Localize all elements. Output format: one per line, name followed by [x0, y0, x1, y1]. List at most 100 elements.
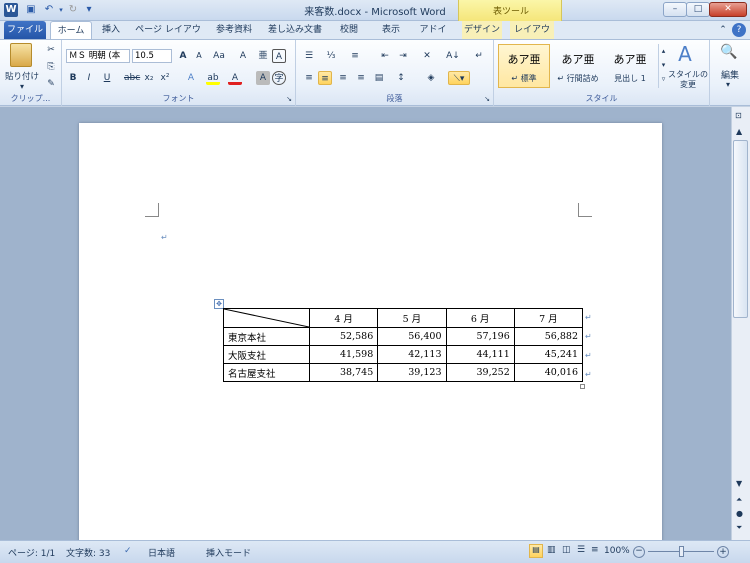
- paste-button-label[interactable]: 貼り付け: [5, 70, 39, 82]
- tab-review[interactable]: 校閲: [334, 21, 364, 39]
- distributed-icon[interactable]: ▤: [372, 71, 386, 85]
- row-label-cell[interactable]: 大阪支社: [223, 345, 310, 364]
- paragraph-dialog-launcher-icon[interactable]: ↘: [484, 95, 490, 103]
- close-button[interactable]: ✕: [709, 2, 747, 17]
- visitor-table[interactable]: 4 月 5 月 6 月 7 月 東京本社 52,586 56,400 57,19…: [223, 308, 584, 382]
- style-normal[interactable]: あア亜 ↵ 標準: [498, 44, 550, 88]
- row-label-cell[interactable]: 名古屋支社: [223, 363, 310, 382]
- editing-dropdown-icon[interactable]: ▾: [726, 80, 730, 89]
- sort-icon[interactable]: A↓: [446, 49, 460, 63]
- language-status[interactable]: 日本語: [148, 546, 175, 559]
- browse-object-icon[interactable]: ●: [736, 509, 743, 518]
- clear-formatting-icon[interactable]: A: [236, 49, 250, 63]
- font-dialog-launcher-icon[interactable]: ↘: [286, 95, 292, 103]
- value-cell[interactable]: 57,196: [445, 327, 515, 346]
- bullets-icon[interactable]: ☰: [302, 49, 316, 63]
- character-border-icon[interactable]: A: [272, 49, 286, 63]
- tab-home[interactable]: ホーム: [50, 21, 92, 39]
- tab-references[interactable]: 参考資料: [210, 21, 258, 39]
- change-case-icon[interactable]: Aa: [212, 49, 226, 63]
- grow-font-icon[interactable]: A: [176, 49, 190, 63]
- redo-icon[interactable]: ↻: [66, 3, 80, 17]
- tab-view[interactable]: 表示: [376, 21, 406, 39]
- style-heading-1[interactable]: あア亜 見出し 1: [604, 44, 656, 88]
- insert-mode-status[interactable]: 挿入モード: [206, 546, 251, 559]
- enclose-characters-icon[interactable]: 字: [272, 71, 286, 85]
- show-formatting-marks-icon[interactable]: ↵: [472, 49, 486, 63]
- decrease-indent-icon[interactable]: ⇤: [378, 49, 392, 63]
- value-cell[interactable]: 52,586: [308, 327, 379, 346]
- full-screen-reading-view-icon[interactable]: ▥: [547, 545, 556, 555]
- diagonal-corner-cell[interactable]: [223, 308, 310, 328]
- numbering-icon[interactable]: ⅓: [324, 49, 338, 63]
- value-cell[interactable]: 38,745: [308, 363, 379, 382]
- page-count-status[interactable]: ページ: 1/1: [8, 546, 55, 559]
- next-page-icon[interactable]: ⏷: [736, 523, 742, 533]
- copy-icon[interactable]: ⎘: [44, 60, 58, 74]
- multilevel-list-icon[interactable]: ≡: [348, 49, 362, 63]
- cut-icon[interactable]: ✂: [44, 43, 58, 57]
- header-cell[interactable]: 7 月: [513, 308, 584, 328]
- header-cell[interactable]: 6 月: [445, 308, 515, 328]
- tab-table-layout[interactable]: レイアウト: [510, 21, 554, 53]
- outline-view-icon[interactable]: ☰: [577, 545, 585, 555]
- value-cell[interactable]: 45,241: [513, 345, 584, 364]
- zoom-slider-thumb[interactable]: [679, 546, 684, 557]
- word-app-icon[interactable]: W: [4, 3, 18, 17]
- value-cell[interactable]: 39,123: [377, 363, 447, 382]
- increase-indent-icon[interactable]: ⇥: [396, 49, 410, 63]
- tab-table-design[interactable]: デザイン: [462, 21, 502, 39]
- borders-icon[interactable]: ⟍▾: [448, 71, 470, 85]
- phonetic-guide-icon[interactable]: 亜: [256, 49, 270, 63]
- zoom-level[interactable]: 100%: [604, 546, 630, 556]
- align-center-icon[interactable]: ≡: [318, 71, 332, 85]
- tab-page-layout[interactable]: ページ レイアウト: [132, 21, 204, 53]
- text-direction-icon[interactable]: ✕: [420, 49, 434, 63]
- value-cell[interactable]: 42,113: [377, 345, 447, 364]
- help-icon[interactable]: ?: [732, 23, 746, 37]
- style-no-spacing[interactable]: あア亜 ↵ 行間詰め: [552, 44, 604, 88]
- scroll-up-icon[interactable]: ▲: [736, 127, 742, 136]
- paste-dropdown-icon[interactable]: ▾: [20, 82, 24, 91]
- row-label-cell[interactable]: 東京本社: [223, 327, 310, 346]
- customize-toolbar-icon[interactable]: ▾: [82, 3, 96, 17]
- value-cell[interactable]: 44,111: [445, 345, 515, 364]
- underline-icon[interactable]: U: [100, 71, 114, 85]
- header-cell[interactable]: 4 月: [308, 308, 379, 328]
- draft-view-icon[interactable]: ≡: [591, 545, 599, 555]
- paste-icon[interactable]: [10, 43, 32, 67]
- tab-addins[interactable]: アドイン: [416, 21, 450, 53]
- vertical-scroll-thumb[interactable]: [733, 140, 748, 318]
- subscript-icon[interactable]: x₂: [142, 71, 156, 85]
- format-painter-icon[interactable]: ✎: [44, 77, 58, 91]
- table-resize-handle-icon[interactable]: [580, 384, 585, 389]
- tab-insert[interactable]: 挿入: [96, 21, 126, 39]
- shading-icon[interactable]: ◈: [424, 71, 438, 85]
- value-cell[interactable]: 56,400: [377, 327, 447, 346]
- italic-icon[interactable]: I: [82, 71, 96, 85]
- shrink-font-icon[interactable]: A: [192, 49, 206, 63]
- align-right-icon[interactable]: ≡: [336, 71, 350, 85]
- value-cell[interactable]: 41,598: [308, 345, 379, 364]
- scroll-down-icon[interactable]: ▼: [736, 479, 742, 488]
- zoom-out-icon[interactable]: −: [633, 546, 645, 558]
- web-layout-view-icon[interactable]: ◫: [562, 545, 571, 555]
- font-name-dropdown[interactable]: ＭＳ 明朝 (本: [66, 49, 130, 63]
- highlight-icon[interactable]: ab: [206, 71, 220, 85]
- find-icon[interactable]: 🔍: [718, 44, 740, 64]
- word-count-status[interactable]: 文字数: 33: [66, 546, 110, 559]
- character-shading-icon[interactable]: A: [256, 71, 270, 85]
- bold-icon[interactable]: B: [66, 71, 80, 85]
- align-left-icon[interactable]: ≡: [302, 71, 316, 85]
- change-styles-icon[interactable]: A: [674, 42, 696, 66]
- maximize-button[interactable]: □: [686, 2, 710, 17]
- ribbon-minimize-icon[interactable]: ⌃: [716, 23, 730, 37]
- superscript-icon[interactable]: x²: [158, 71, 172, 85]
- header-cell[interactable]: 5 月: [377, 308, 447, 328]
- change-styles-label[interactable]: スタイルの変更: [668, 70, 708, 90]
- strikethrough-icon[interactable]: abc: [124, 71, 140, 85]
- line-spacing-icon[interactable]: ↕: [394, 71, 408, 85]
- value-cell[interactable]: 39,252: [445, 363, 515, 382]
- value-cell[interactable]: 40,016: [513, 363, 584, 382]
- print-layout-view-icon[interactable]: ▤: [529, 544, 543, 558]
